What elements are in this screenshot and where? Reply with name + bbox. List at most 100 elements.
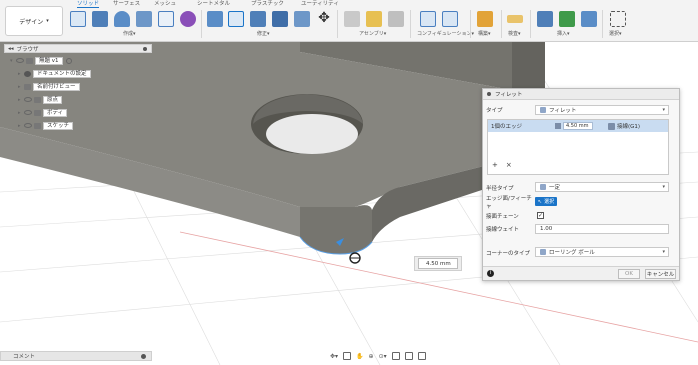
- constant-radius-icon: [540, 184, 546, 190]
- ok-button[interactable]: OK: [618, 269, 640, 279]
- tab-sheet-metal[interactable]: シートメタル: [197, 0, 230, 8]
- radius-value-input[interactable]: 4.50 mm: [418, 258, 458, 269]
- configure-table-icon[interactable]: [442, 11, 458, 27]
- tangent-chain-checkbox[interactable]: ✓: [537, 212, 544, 219]
- browser-header[interactable]: ◂◂ ブラウザ: [4, 44, 152, 53]
- item-label: 原点: [43, 95, 63, 104]
- continuity-icon: [608, 122, 615, 130]
- insert-derive-icon[interactable]: [537, 11, 553, 27]
- configure-group-label[interactable]: コンフィギュレーション▾: [417, 30, 474, 38]
- browser-item-bodies[interactable]: ▸ ボディ: [18, 108, 68, 117]
- configure-icon[interactable]: [420, 11, 436, 27]
- browser-item-named-views[interactable]: ▸ 名前付けビュー: [18, 82, 80, 91]
- combine-icon[interactable]: [294, 11, 310, 27]
- info-icon[interactable]: i: [487, 270, 494, 277]
- joint-icon[interactable]: [344, 11, 360, 27]
- design-label: デザイン: [19, 18, 44, 26]
- item-label: 名前付けビュー: [33, 82, 80, 91]
- chevron-down-icon: ▾: [662, 107, 665, 113]
- browser-title: ブラウザ: [16, 46, 39, 53]
- activate-icon[interactable]: [65, 57, 72, 64]
- chevron-down-icon: ▾: [662, 249, 665, 255]
- select-icon[interactable]: [610, 11, 626, 27]
- inspect-group-label[interactable]: 検査▾: [508, 30, 521, 38]
- pattern-icon[interactable]: [158, 11, 174, 27]
- browser-item-origin[interactable]: ▸ 原点: [18, 95, 63, 104]
- cancel-button[interactable]: キャンセル: [645, 269, 676, 279]
- create-group-label[interactable]: 作成▾: [123, 30, 136, 38]
- type-label: タイプ: [486, 107, 503, 114]
- select-group-label[interactable]: 選択▾: [609, 30, 622, 38]
- visibility-icon[interactable]: [16, 58, 24, 63]
- select-faces-button[interactable]: ↖ 選択: [535, 197, 557, 206]
- tangent-weight-input[interactable]: 1.00: [535, 224, 669, 234]
- orbit-icon[interactable]: ✥▾: [330, 353, 338, 360]
- insert-group-label[interactable]: 挿入▾: [557, 30, 570, 38]
- chamfer-icon[interactable]: [250, 11, 266, 27]
- visibility-icon[interactable]: [24, 110, 32, 115]
- form-icon[interactable]: [180, 11, 196, 27]
- edge-selection-row[interactable]: 1個のエッジ 4.50 mm 接線(G1): [488, 120, 668, 132]
- grid-settings-icon[interactable]: [404, 352, 413, 360]
- new-component-icon[interactable]: [366, 11, 382, 27]
- tab-mesh[interactable]: メッシュ: [154, 0, 176, 8]
- fillet-dialog: フィレット タイプ フィレット ▾ 1個のエッジ 4.50 mm 接線(G1) …: [482, 88, 680, 281]
- tab-surface[interactable]: サーフェス: [113, 0, 140, 8]
- tab-solid[interactable]: ソリッド: [77, 0, 100, 8]
- visibility-icon[interactable]: [24, 123, 32, 128]
- insert-canvas-icon[interactable]: [581, 11, 597, 27]
- tangent-faces-label: エッジ面/フィーチャ: [486, 195, 532, 210]
- zoom-window-icon[interactable]: ⊙▾: [379, 353, 387, 360]
- browser-root-node[interactable]: ▾ 無題 v1: [10, 56, 74, 65]
- measure-icon[interactable]: [507, 15, 523, 23]
- corner-type-value: ローリング ボール: [549, 250, 595, 256]
- browser-item-sketches[interactable]: ▸ スケッチ: [18, 121, 74, 130]
- collapse-icon[interactable]: ◂◂: [8, 46, 14, 52]
- browser-item-doc-settings[interactable]: ▸ ドキュメントの設定: [18, 69, 91, 78]
- folder-icon: [34, 109, 41, 116]
- fillet-dialog-header[interactable]: フィレット: [483, 89, 679, 100]
- browser-panel: ◂◂ ブラウザ ▾ 無題 v1 ▸ ドキュメントの設定 ▸ 名前付けビュー ▸ …: [4, 44, 152, 136]
- fillet-icon[interactable]: [228, 11, 244, 27]
- shell-icon[interactable]: [272, 11, 288, 27]
- pan-icon[interactable]: ✋: [356, 353, 363, 360]
- offset-plane-icon[interactable]: [477, 11, 493, 27]
- hole-icon[interactable]: [136, 11, 152, 27]
- remove-selection-button[interactable]: ×: [506, 161, 512, 169]
- radius-type-dropdown[interactable]: 一定 ▾: [535, 182, 669, 192]
- rolling-ball-icon: [540, 249, 546, 255]
- insert-mcmaster-icon[interactable]: [559, 11, 575, 27]
- display-settings-icon[interactable]: [391, 352, 400, 360]
- tab-utility[interactable]: ユーティリティ: [301, 0, 339, 8]
- new-sketch-icon[interactable]: [70, 11, 86, 27]
- revolve-icon[interactable]: [114, 11, 130, 27]
- add-selection-button[interactable]: +: [492, 161, 498, 169]
- add-comment-icon[interactable]: [141, 354, 146, 359]
- tab-plastic[interactable]: プラスチック: [251, 0, 284, 8]
- look-at-icon[interactable]: [343, 352, 352, 360]
- visibility-icon[interactable]: [24, 97, 32, 102]
- comments-panel[interactable]: コメント: [0, 351, 152, 361]
- corner-type-dropdown[interactable]: ローリング ボール ▾: [535, 247, 669, 257]
- type-dropdown[interactable]: フィレット ▾: [535, 105, 669, 115]
- separator: [470, 10, 471, 38]
- modify-group-label[interactable]: 修正▾: [257, 30, 270, 38]
- viewports-icon[interactable]: [417, 352, 426, 360]
- panel-options-icon[interactable]: [143, 47, 147, 51]
- as-built-joint-icon[interactable]: [388, 11, 404, 27]
- press-pull-icon[interactable]: [207, 11, 223, 27]
- item-label: ボディ: [43, 108, 68, 117]
- edge-count-label: 1個のエッジ: [491, 124, 522, 130]
- edge-continuity-value[interactable]: 接線(G1): [617, 122, 640, 130]
- assemble-group-label[interactable]: アセンブリ▾: [359, 30, 386, 38]
- folder-icon: [24, 83, 31, 90]
- zoom-icon[interactable]: ⊕: [369, 353, 374, 360]
- extrude-icon[interactable]: [92, 11, 108, 27]
- toolbar: デザイン ▾ ソリッド サーフェス メッシュ シートメタル プラスチック ユーテ…: [0, 0, 698, 42]
- move-icon[interactable]: ✥: [316, 11, 332, 27]
- chevron-down-icon: ▾: [46, 18, 49, 24]
- construct-group-label[interactable]: 構築▾: [478, 30, 491, 38]
- design-workspace-button[interactable]: デザイン ▾: [5, 6, 63, 36]
- edge-selection-list[interactable]: 1個のエッジ 4.50 mm 接線(G1) + ×: [487, 119, 669, 175]
- edge-radius-input[interactable]: 4.50 mm: [563, 122, 593, 130]
